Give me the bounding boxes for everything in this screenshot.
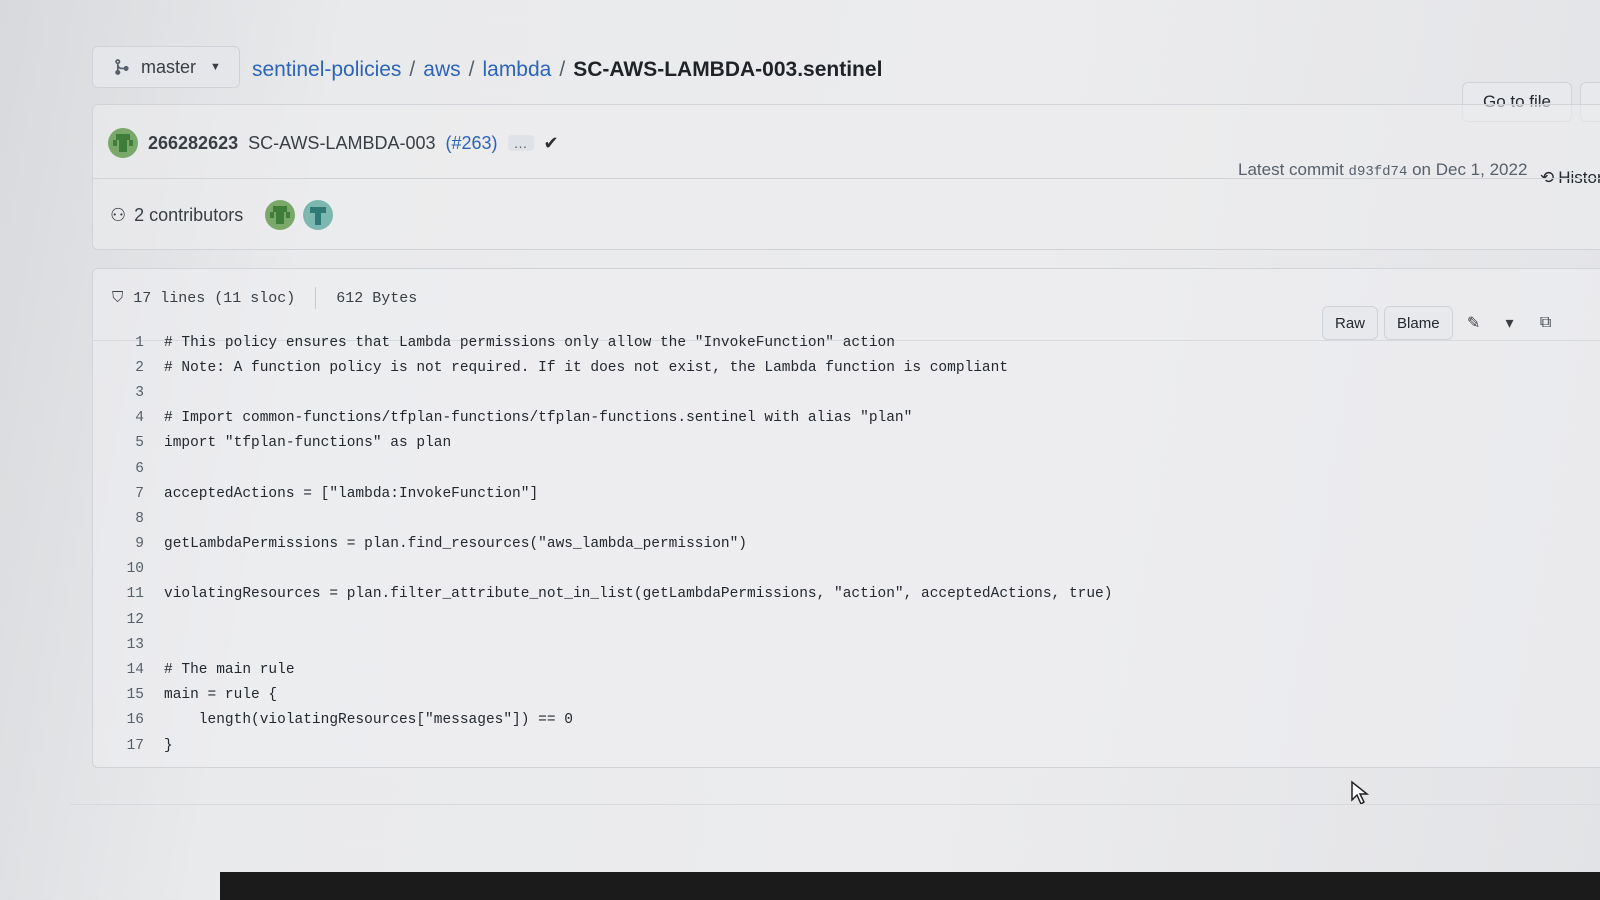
code-line: 3 [100, 380, 1200, 405]
line-number[interactable]: 9 [100, 536, 144, 552]
code-line: 14 # The main rule [100, 657, 1200, 682]
raw-button[interactable]: Raw [1322, 306, 1379, 340]
breadcrumb-separator: / [409, 58, 416, 81]
divider [315, 287, 317, 309]
code-line: 2 # Note: A function policy is not requir… [100, 355, 1200, 380]
code-text: # Import common-functions/tfplan-functio… [164, 410, 913, 427]
people-icon: ⚇ [110, 204, 127, 225]
latest-commit-info: Latest commit d93fd74 on Dec 1, 2022 [1238, 160, 1527, 180]
code-text: } [164, 737, 173, 754]
breadcrumb-lambda-link[interactable]: lambda [482, 58, 551, 82]
line-number[interactable]: 2 [100, 360, 144, 376]
expand-commit-button[interactable]: … [507, 135, 534, 151]
code-line: 10 [100, 557, 1200, 582]
commit-row: 266282623 SC-AWS-LAMBDA-003 (#263) … ✔ [108, 128, 559, 158]
check-icon[interactable]: ✔ [544, 133, 559, 154]
avatar[interactable] [265, 200, 296, 230]
code-text: # Note: A function policy is not require… [164, 359, 1009, 376]
latest-commit-label: Latest commit [1238, 160, 1344, 179]
blame-button[interactable]: Blame [1384, 306, 1453, 340]
branch-name: master [141, 56, 197, 77]
line-number[interactable]: 1 [100, 335, 144, 351]
line-number[interactable]: 10 [100, 561, 144, 577]
file-lines-info: 17 lines (11 sloc) [133, 289, 296, 307]
code-line: 17} [100, 733, 1200, 758]
line-number[interactable]: 7 [100, 486, 144, 502]
code-text: main = rule { [164, 687, 278, 704]
divider [70, 804, 1600, 805]
line-number[interactable]: 4 [100, 410, 144, 426]
contributors-row[interactable]: ⚇ 2 contributors [110, 200, 334, 230]
avatar[interactable] [303, 200, 334, 230]
avatar[interactable] [108, 128, 138, 158]
commit-author[interactable]: 266282623 [148, 133, 238, 154]
pencil-icon[interactable]: ✎ [1459, 306, 1489, 340]
line-number[interactable]: 15 [100, 687, 144, 703]
commit-message-link[interactable]: SC-AWS-LAMBDA-003 [248, 133, 435, 154]
divider [92, 178, 1600, 179]
code-line: 4 # Import common-functions/tfplan-functi… [100, 406, 1200, 431]
code-line: 15 main = rule { [100, 683, 1200, 708]
breadcrumb-separator: / [468, 58, 475, 81]
code-line: 1 # This policy ensures that Lambda permi… [100, 330, 1200, 355]
line-number[interactable]: 16 [100, 712, 144, 728]
file-info: ⛉ 17 lines (11 sloc) 612 Bytes [112, 287, 417, 309]
code-text: # This policy ensures that Lambda permis… [164, 334, 895, 351]
code-text: getLambdaPermissions = plan.find_resourc… [164, 536, 747, 553]
line-number[interactable]: 3 [100, 385, 144, 401]
code-line: 8 [100, 506, 1200, 531]
code-line: 7 acceptedActions = ["lambda:InvokeFuncti… [100, 481, 1200, 506]
commit-pr-link[interactable]: (#263) [445, 133, 497, 154]
commit-date: on Dec 1, 2022 [1412, 160, 1528, 179]
code-view: 1 # This policy ensures that Lambda permi… [100, 330, 1200, 758]
code-text: # The main rule [164, 662, 295, 679]
line-number[interactable]: 6 [100, 461, 144, 477]
code-line: 12 [100, 607, 1200, 632]
code-text: violatingResources = plan.filter_attribu… [164, 586, 1113, 603]
taskbar [220, 872, 1600, 900]
copy-icon[interactable]: ⧉ [1531, 306, 1561, 340]
breadcrumb-repo-link[interactable]: sentinel-policies [252, 58, 401, 82]
code-line: 13 [100, 632, 1200, 657]
chevron-down-icon: ▼ [210, 61, 221, 73]
code-text: import "tfplan-functions" as plan [164, 435, 452, 452]
line-number[interactable]: 13 [100, 637, 144, 653]
file-actions: Raw Blame ✎ ▾ ⧉ [1322, 306, 1561, 340]
code-line: 16 length(violatingResources["messages"]… [100, 708, 1200, 733]
line-number[interactable]: 14 [100, 662, 144, 678]
code-line: 9 getLambdaPermissions = plan.find_resour… [100, 532, 1200, 557]
breadcrumb-separator: / [559, 58, 566, 81]
contributor-avatars [265, 200, 334, 230]
chevron-down-icon[interactable]: ▾ [1495, 306, 1525, 340]
breadcrumb-aws-link[interactable]: aws [423, 58, 460, 82]
file-size: 612 Bytes [336, 289, 418, 307]
code-line: 11 violatingResources = plan.filter_attri… [100, 582, 1200, 607]
code-text: acceptedActions = ["lambda:InvokeFunctio… [164, 485, 539, 502]
line-number[interactable]: 11 [100, 586, 144, 602]
breadcrumb-file-name: SC-AWS-LAMBDA-003.sentinel [573, 58, 883, 81]
breadcrumb: sentinel-policies / aws / lambda / SC-AW… [252, 58, 882, 82]
code-text: length(violatingResources["messages"]) =… [164, 712, 573, 729]
shield-icon: ⛉ [112, 290, 124, 307]
mouse-cursor-icon [1350, 780, 1370, 811]
line-number[interactable]: 8 [100, 511, 144, 527]
branch-selector-button[interactable]: master ▼ [92, 46, 240, 88]
git-branch-icon [115, 59, 129, 75]
line-number[interactable]: 17 [100, 738, 144, 754]
line-number[interactable]: 12 [100, 612, 144, 628]
code-line: 5 import "tfplan-functions" as plan [100, 431, 1200, 456]
contributors-label: 2 contributors [134, 204, 244, 225]
line-number[interactable]: 5 [100, 435, 144, 451]
code-line: 6 [100, 456, 1200, 481]
